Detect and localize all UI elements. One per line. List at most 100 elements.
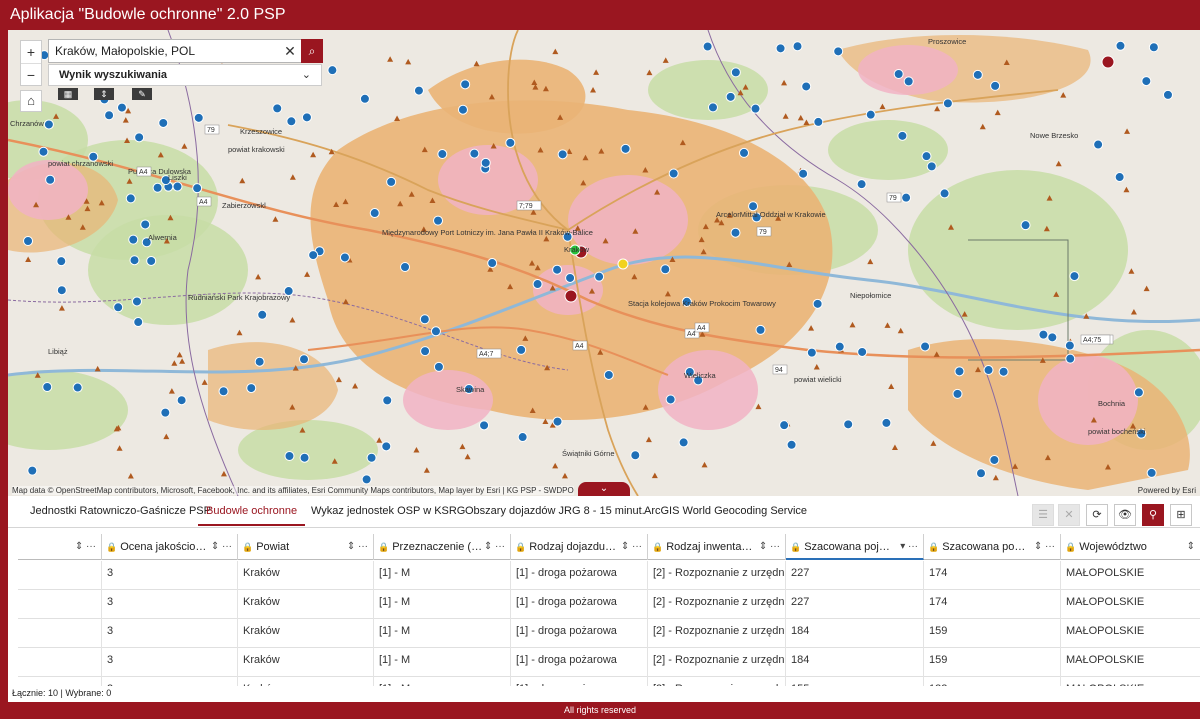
refresh-icon[interactable]: ⟳ — [1086, 504, 1108, 526]
fire-station-marker — [702, 41, 713, 52]
fire-station-marker — [893, 69, 904, 80]
table-cell — [18, 619, 102, 648]
column-header[interactable]: 🔒 Rodzaj inwenta… ⇕ ··· — [648, 534, 786, 560]
column-layout-icon[interactable]: ⊞ — [1170, 504, 1192, 526]
column-header[interactable]: 🔒 Rodzaj dojazdu… ⇕ ··· — [511, 534, 648, 560]
place-label: Wieliczka — [684, 371, 716, 380]
clear-search-icon[interactable]: ✕ — [279, 40, 301, 62]
fire-station-marker — [668, 168, 679, 179]
select-all-icon[interactable]: ☰ — [1032, 504, 1054, 526]
sort-menu-icon[interactable]: ⇕ ··· — [75, 534, 96, 560]
column-header[interactable]: 🔒 Ocena jakościo… ⇕ ··· — [102, 534, 238, 560]
table-cell: [2] - Rozpoznanie z urzędn… — [648, 561, 786, 590]
fire-station-marker — [218, 386, 229, 397]
tab-wykaz-osp[interactable]: Wykaz jednostek OSP w KSRG — [311, 505, 465, 517]
sort-menu-icon[interactable]: ⇕ ··· — [484, 534, 505, 560]
fire-station-marker — [594, 271, 605, 282]
table-cell: [2] - Rozpoznanie z urzędn… — [648, 677, 786, 686]
map-view[interactable]: Proszowice Chrzanów Krzeszowice Liszki Zabie… — [8, 30, 1200, 496]
show-selected-icon[interactable]: 👁 — [1114, 504, 1136, 526]
place-label: Nowe Brzesko — [1030, 131, 1078, 140]
tab-obszary-dojazdow[interactable]: Obszary dojazdów JRG 8 - 15 minut. — [465, 505, 645, 517]
tab-geocoding-service[interactable]: ArcGIS World Geocoding Service — [644, 505, 807, 517]
fire-station-marker — [272, 103, 283, 114]
fire-station-marker — [786, 439, 797, 450]
search-results-dropdown[interactable]: Wynik wyszukiwania ⌄ — [48, 64, 322, 86]
map-basemap[interactable]: ProszowiceChrzanówKrzeszowiceLiszkiZabie… — [8, 30, 1200, 496]
fire-station-marker — [45, 174, 56, 185]
measure-icon[interactable]: ⇕ — [94, 88, 114, 100]
fire-station-marker — [897, 130, 908, 141]
sort-menu-icon[interactable]: ⇕ ··· — [1034, 534, 1055, 560]
road-shield-label: 79 — [207, 127, 215, 134]
home-button[interactable]: ⌂ — [20, 90, 42, 112]
search-input[interactable] — [49, 40, 279, 62]
filter-by-extent-icon[interactable]: ⚲ — [1142, 504, 1164, 526]
fire-station-marker — [798, 168, 809, 179]
search-icon[interactable]: ⌕ — [301, 39, 323, 63]
sort-desc-icon[interactable]: ▾ ··· — [900, 534, 918, 558]
column-header[interactable]: 🔒 Województwo ⇕ — [1061, 534, 1200, 560]
table-cell: Kraków — [238, 590, 374, 619]
fire-station-marker — [1038, 329, 1049, 340]
fire-station-marker — [419, 314, 430, 325]
fire-station-marker — [437, 149, 448, 160]
table-row[interactable]: 3Kraków[1] - M[1] - droga pożarowa[2] - … — [18, 648, 1200, 677]
place-label: Alwernia — [148, 233, 178, 242]
fire-station-marker — [193, 112, 204, 123]
fire-station-marker — [665, 394, 676, 405]
fire-station-marker — [972, 69, 983, 80]
column-header[interactable]: ⇕ ··· — [18, 534, 102, 560]
clear-selection-icon[interactable]: ✕ — [1058, 504, 1080, 526]
fire-station-marker — [976, 468, 987, 479]
table-header: ⇕ ··· 🔒 Ocena jakościo… ⇕ ··· 🔒 Powiat ⇕ ·… — [18, 534, 1200, 560]
column-header[interactable]: 🔒 Przeznaczenie (… ⇕ ··· — [374, 534, 511, 560]
fire-station-marker — [843, 419, 854, 430]
sort-menu-icon[interactable]: ⇕ ··· — [347, 534, 368, 560]
fire-station-marker — [339, 252, 350, 263]
column-header[interactable]: 🔒 Szacowana poj… ▾ ··· — [786, 534, 924, 560]
map-attribution: Map data © OpenStreetMap contributors, M… — [12, 486, 574, 495]
table-cell: MAŁOPOLSKIE — [1066, 567, 1145, 579]
fire-station-marker — [565, 272, 576, 283]
fire-station-marker — [400, 262, 411, 273]
table-cell: 159 — [924, 648, 1061, 677]
sort-menu-icon[interactable]: ⇕ — [1187, 534, 1195, 560]
zoom-out-button[interactable]: − — [21, 63, 41, 85]
table-row[interactable]: 3Kraków[1] - M[1] - droga pożarowa[2] - … — [18, 619, 1200, 648]
sort-menu-icon[interactable]: ⇕ ··· — [211, 534, 232, 560]
place-label: powiat krakowski — [228, 145, 285, 154]
residential-area — [8, 160, 88, 220]
tab-budowle-ochronne[interactable]: Budowle ochronne — [197, 505, 306, 526]
basemap-icon[interactable]: ▦ — [58, 88, 78, 100]
road-shield-label: A4 — [697, 325, 706, 332]
sort-menu-icon[interactable]: ⇕ ··· — [621, 534, 642, 560]
fire-station-marker — [939, 188, 950, 199]
fire-station-marker — [299, 452, 310, 463]
place-label: Skawina — [456, 385, 485, 394]
zoom-in-button[interactable]: + — [21, 41, 41, 63]
attribute-table: ⇕ ··· 🔒 Ocena jakościo… ⇕ ··· 🔒 Powiat ⇕ ·… — [18, 534, 1200, 686]
table-cell: Kraków — [238, 648, 374, 677]
fire-station-marker — [125, 193, 136, 204]
fire-station-marker — [603, 369, 614, 380]
fire-station-marker — [881, 417, 892, 428]
selected-marker — [1101, 55, 1115, 69]
collapse-table-button[interactable]: ⌄ — [578, 482, 630, 496]
table-row[interactable]: 3Kraków[1] - M[1] - droga pożarowa[2] - … — [18, 561, 1200, 590]
fire-station-marker — [192, 183, 203, 194]
road-shield-label: 79 — [759, 229, 767, 236]
column-header[interactable]: 🔒 Powiat ⇕ ··· — [238, 534, 374, 560]
table-cell: [1] - M — [374, 590, 511, 619]
table-cell: [1] - M — [374, 561, 511, 590]
column-header[interactable]: 🔒 Szacowana po… ⇕ ··· — [924, 534, 1061, 560]
draw-icon[interactable]: ✎ — [132, 88, 152, 100]
sort-menu-icon[interactable]: ⇕ ··· — [759, 534, 780, 560]
fire-station-marker — [56, 285, 67, 296]
table-row[interactable]: 3Kraków[1] - M[1] - droga pożarowa[2] - … — [18, 677, 1200, 686]
fire-station-marker — [926, 161, 937, 172]
tab-jednostki-psp[interactable]: Jednostki Ratowniczo-Gaśnicze PSP — [30, 505, 211, 517]
table-row[interactable]: 3Kraków[1] - M[1] - droga pożarowa[2] - … — [18, 590, 1200, 619]
fire-station-marker — [801, 81, 812, 92]
chevron-down-icon: ⌄ — [301, 69, 311, 81]
